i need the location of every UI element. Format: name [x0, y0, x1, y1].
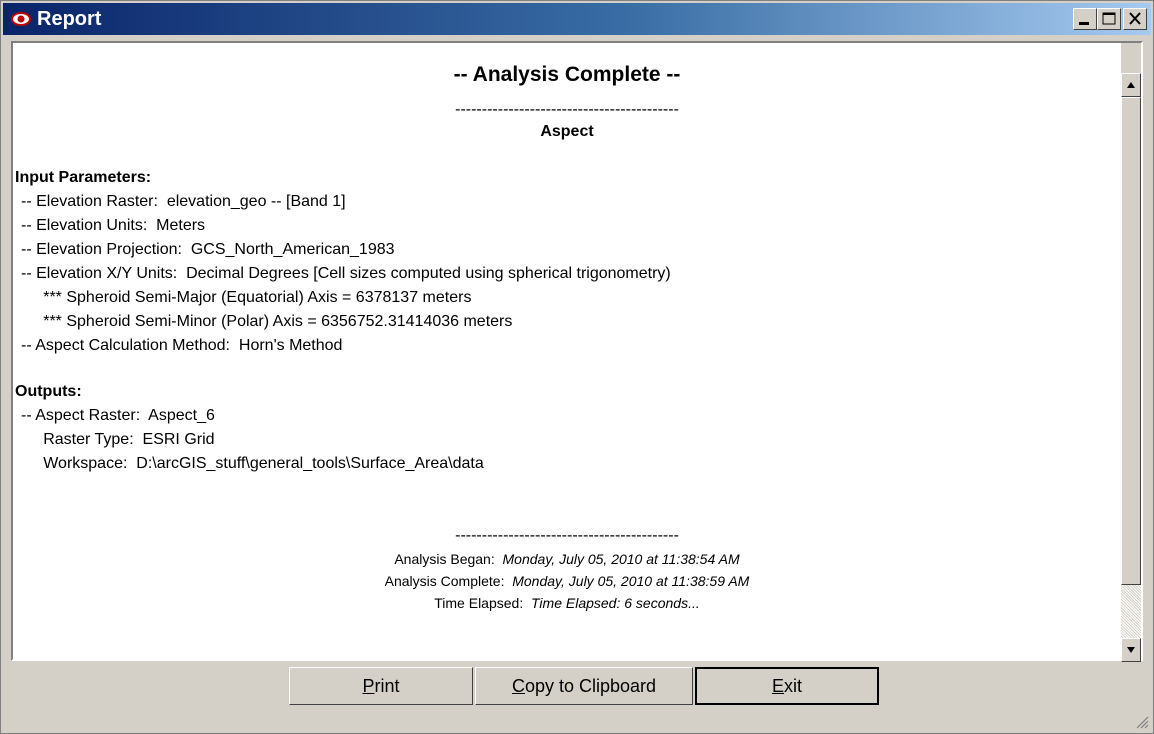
window-title: Report	[37, 8, 102, 30]
minimize-icon	[1079, 22, 1089, 25]
input-line: -- Elevation X/Y Units: Decimal Degrees …	[21, 265, 671, 282]
maximize-icon	[1102, 12, 1116, 25]
copy-accel: C	[511, 676, 525, 696]
footer-rule: ----------------------------------------…	[455, 527, 679, 544]
outputs-label: Outputs:	[15, 383, 82, 400]
input-line: -- Aspect Calculation Method: Horn's Met…	[21, 337, 343, 354]
input-line: -- Elevation Units: Meters	[21, 217, 206, 234]
report-content: -- Analysis Complete -- ----------------…	[13, 43, 1121, 659]
close-button[interactable]	[1123, 8, 1147, 30]
report-panel: -- Analysis Complete -- ----------------…	[11, 41, 1143, 662]
output-line: Raster Type: ESRI Grid	[21, 431, 215, 448]
input-line: -- Elevation Projection: GCS_North_Ameri…	[21, 241, 395, 258]
input-line: *** Spheroid Semi-Major (Equatorial) Axi…	[21, 289, 472, 306]
close-icon	[1129, 12, 1141, 25]
app-eye-icon	[11, 9, 31, 29]
print-label: rint	[374, 676, 400, 696]
copy-label: opy to Clipboard	[524, 676, 657, 696]
elapsed-label: Time Elapsed:	[434, 595, 531, 611]
began-value: Monday, July 05, 2010 at 11:38:54 AM	[502, 551, 740, 567]
print-button[interactable]: Print	[289, 667, 473, 705]
scroll-down-button[interactable]	[1121, 638, 1141, 662]
elapsed-value: Time Elapsed: 6 seconds...	[531, 595, 700, 611]
print-accel: P	[362, 676, 375, 696]
minimize-button[interactable]	[1073, 8, 1097, 30]
exit-button[interactable]: Exit	[695, 667, 879, 705]
vertical-scrollbar[interactable]	[1121, 43, 1141, 662]
time-elapsed: Time Elapsed: Time Elapsed: 6 seconds...	[13, 595, 1121, 611]
output-line: Workspace: D:\arcGIS_stuff\general_tools…	[21, 455, 484, 472]
exit-label: xit	[784, 676, 802, 696]
report-heading: -- Analysis Complete --	[453, 63, 681, 86]
heading-rule: ----------------------------------------…	[455, 101, 679, 118]
title-bar[interactable]: Report	[3, 3, 1151, 35]
input-parameters-label: Input Parameters:	[15, 169, 152, 186]
exit-accel: E	[771, 676, 784, 696]
input-line: -- Elevation Raster: elevation_geo -- [B…	[21, 193, 346, 210]
input-line: *** Spheroid Semi-Minor (Polar) Axis = 6…	[21, 313, 513, 330]
complete-label: Analysis Complete:	[384, 573, 513, 589]
copy-to-clipboard-button[interactable]: Copy to Clipboard	[475, 667, 693, 705]
report-subheading: Aspect	[540, 123, 594, 140]
complete-value: Monday, July 05, 2010 at 11:38:59 AM	[512, 573, 750, 589]
report-window: Report -- Analysis Complete -- ---------…	[0, 0, 1154, 734]
arrow-down-icon	[1127, 647, 1135, 653]
output-line: -- Aspect Raster: Aspect_6	[21, 407, 215, 424]
analysis-began: Analysis Began: Monday, July 05, 2010 at…	[13, 551, 1121, 567]
scroll-track[interactable]	[1121, 585, 1141, 638]
scroll-up-button[interactable]	[1121, 73, 1141, 97]
maximize-button[interactable]	[1097, 8, 1121, 30]
scroll-thumb[interactable]	[1121, 97, 1141, 585]
began-label: Analysis Began:	[394, 551, 503, 567]
arrow-up-icon	[1127, 82, 1135, 88]
analysis-complete: Analysis Complete: Monday, July 05, 2010…	[13, 573, 1121, 589]
resize-grip-icon[interactable]	[1135, 715, 1149, 729]
